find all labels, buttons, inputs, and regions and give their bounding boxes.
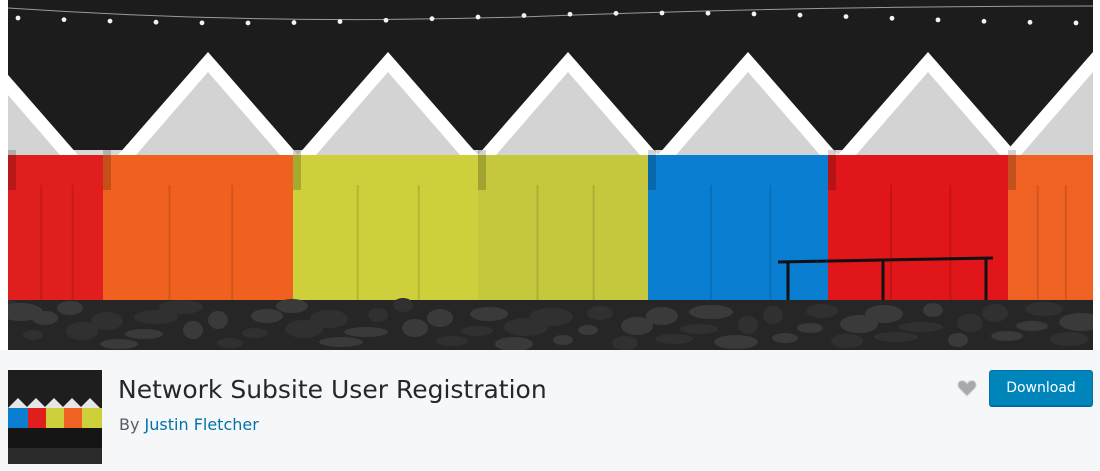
heart-icon[interactable] [957,379,977,397]
plugin-page: Network Subsite User Registration By Jus… [0,0,1100,471]
plugin-byline: By Justin Fletcher [119,415,259,434]
download-button[interactable]: Download [989,370,1093,406]
plugin-banner-image [8,0,1093,350]
byline-prefix: By [119,415,140,434]
plugin-title: Network Subsite User Registration [118,375,547,404]
plugin-header: Network Subsite User Registration By Jus… [0,350,1100,471]
author-link[interactable]: Justin Fletcher [145,415,259,434]
plugin-icon [8,370,102,464]
